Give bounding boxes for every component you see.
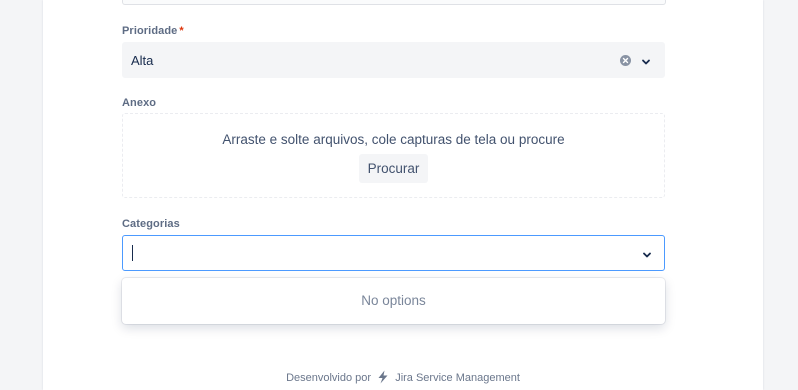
- request-form-card: Prioridade * Alta Anexo Arraste e solte a…: [43, 0, 763, 390]
- priority-label: Prioridade *: [122, 25, 184, 37]
- browse-button[interactable]: Procurar: [359, 154, 428, 183]
- product-name-link[interactable]: Jira Service Management: [395, 372, 520, 384]
- categories-dropdown-menu: No options: [122, 278, 665, 324]
- priority-label-text: Prioridade: [122, 25, 178, 37]
- required-indicator: *: [179, 25, 184, 37]
- priority-selected-value: Alta: [131, 53, 154, 68]
- previous-field-bottom[interactable]: [122, 0, 666, 5]
- powered-by-text: Desenvolvido por: [286, 372, 372, 384]
- categories-label: Categorias: [122, 218, 180, 230]
- text-cursor: [132, 245, 133, 261]
- attachment-dropzone[interactable]: Arraste e solte arquivos, cole capturas …: [122, 113, 665, 198]
- chevron-down-icon[interactable]: [641, 248, 653, 260]
- priority-select[interactable]: Alta: [122, 42, 665, 78]
- attachment-label: Anexo: [122, 97, 157, 109]
- categories-select-input[interactable]: [122, 235, 665, 271]
- chevron-down-icon[interactable]: [640, 55, 652, 67]
- dropzone-instructions: Arraste e solte arquivos, cole capturas …: [222, 132, 565, 147]
- no-options-message: No options: [361, 293, 426, 308]
- jira-bolt-icon: [376, 370, 390, 384]
- powered-by-footer: Desenvolvido por Jira Service Management: [43, 370, 763, 384]
- clear-icon[interactable]: [620, 55, 631, 66]
